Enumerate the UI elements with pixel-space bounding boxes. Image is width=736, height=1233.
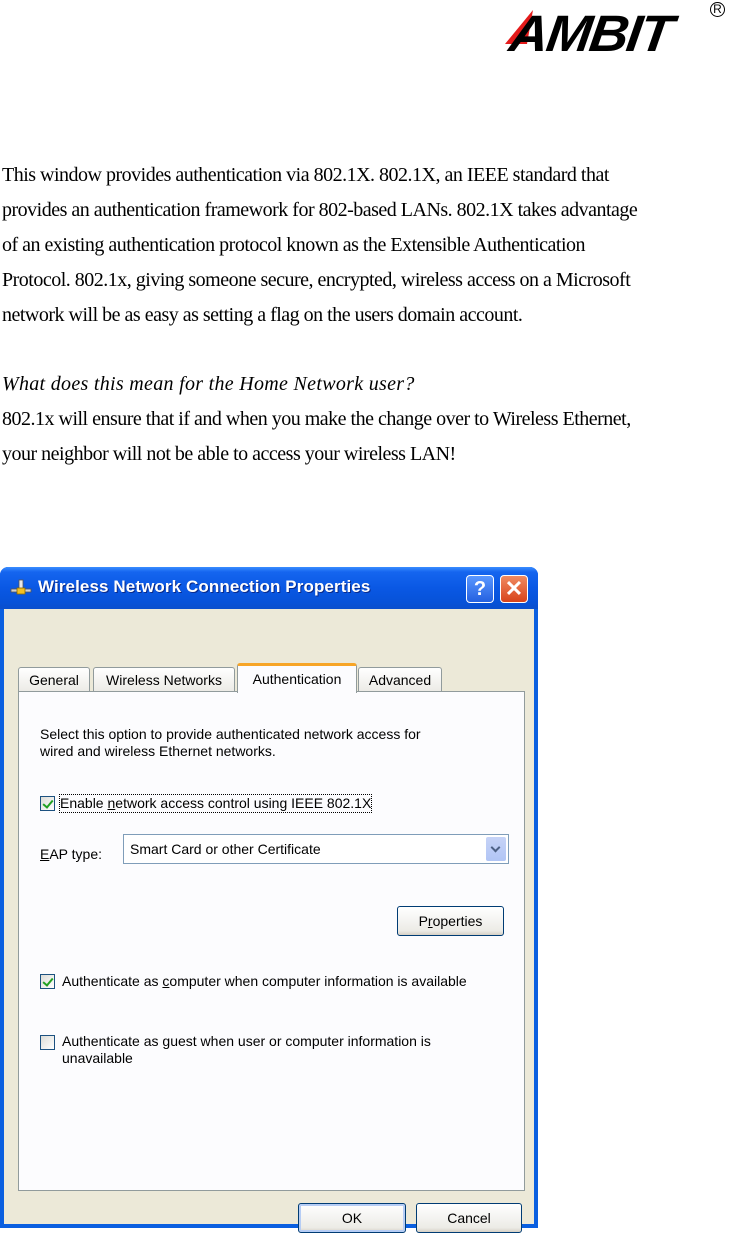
label-part: uest when user or computer information i…: [170, 1033, 431, 1049]
close-button[interactable]: ✕: [500, 575, 528, 603]
intro-line: This window provides authentication via …: [2, 164, 609, 186]
label-part: Authenticate as: [62, 973, 163, 989]
authentication-panel: Select this option to provide authentica…: [18, 691, 525, 1191]
intro-line: of an existing authentication protocol k…: [2, 234, 586, 256]
auth-guest-label[interactable]: Authenticate as guest when user or compu…: [62, 1033, 431, 1067]
answer-line: your neighbor will not be able to access…: [2, 443, 456, 465]
auth-guest-checkbox[interactable]: [40, 1035, 55, 1050]
intro-line: provides an authentication framework for…: [2, 199, 638, 221]
label-part: operties: [432, 913, 483, 929]
description-text: Select this option to provide authentica…: [40, 726, 510, 760]
title-bar[interactable]: Wireless Network Connection Properties ?…: [0, 567, 538, 609]
label-part: Authenticate as: [62, 1033, 163, 1049]
tab-advanced[interactable]: Advanced: [358, 667, 442, 691]
logo-text: AMBIT: [505, 5, 675, 63]
eap-type-select[interactable]: Smart Card or other Certificate: [123, 834, 509, 864]
auth-computer-checkbox[interactable]: [40, 974, 55, 989]
intro-line: network will be as easy as setting a fla…: [2, 304, 523, 326]
answer-paragraph: 802.1x will ensure that if and when you …: [2, 402, 631, 472]
label-part: Enable: [60, 795, 108, 811]
description-line: wired and wireless Ethernet networks.: [40, 743, 276, 759]
enable-8021x-label[interactable]: Enable network access control using IEEE…: [58, 794, 373, 813]
answer-line: 802.1x will ensure that if and when you …: [2, 408, 631, 430]
chevron-down-icon[interactable]: [486, 837, 506, 861]
properties-button[interactable]: Properties: [397, 906, 504, 936]
tab-wireless-networks[interactable]: Wireless Networks: [93, 667, 235, 691]
registered-mark: R: [710, 2, 725, 17]
label-part: AP type:: [49, 846, 103, 862]
auth-computer-label[interactable]: Authenticate as computer when computer i…: [62, 973, 467, 990]
intro-line: Protocol. 802.1x, giving someone secure,…: [2, 269, 631, 291]
network-connection-icon: [10, 579, 32, 595]
intro-paragraph: This window provides authentication via …: [2, 158, 736, 333]
ok-button[interactable]: OK: [298, 1203, 406, 1233]
label-part: unavailable: [62, 1050, 133, 1066]
tab-general[interactable]: General: [18, 667, 90, 691]
question-heading: What does this mean for the Home Network…: [2, 373, 415, 395]
label-part: P: [418, 913, 428, 929]
accelerator-key: E: [40, 846, 50, 862]
properties-dialog: Wireless Network Connection Properties ?…: [0, 567, 538, 1233]
eap-type-label: EAP type:: [40, 846, 102, 862]
eap-type-value: Smart Card or other Certificate: [130, 841, 321, 857]
dialog-client-area: General Wireless Networks Authentication…: [4, 609, 534, 1233]
tab-authentication[interactable]: Authentication: [237, 663, 357, 693]
help-button[interactable]: ?: [466, 575, 494, 603]
enable-8021x-checkbox[interactable]: [40, 796, 55, 811]
cancel-button[interactable]: Cancel: [416, 1203, 522, 1233]
label-part: etwork access control using IEEE 802.1X: [115, 795, 372, 811]
ambit-logo: AMBIT R: [504, 2, 729, 64]
label-part: omputer when computer information is ava…: [169, 973, 467, 989]
dialog-title: Wireless Network Connection Properties: [38, 577, 371, 596]
description-line: Select this option to provide authentica…: [40, 726, 421, 742]
